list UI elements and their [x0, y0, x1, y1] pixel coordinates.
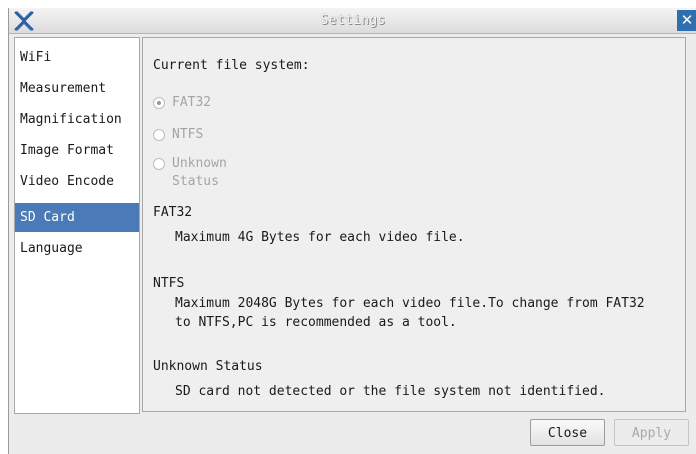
settings-sidebar: WiFi Measurement Magnification Image For…: [14, 37, 140, 414]
fat32-section-title: FAT32: [153, 205, 193, 220]
close-button[interactable]: Close: [530, 419, 605, 446]
sidebar-item-image-format[interactable]: Image Format: [15, 136, 139, 165]
sd-card-panel: Current file system: FAT32 NTFS Unknown …: [142, 37, 686, 412]
window-close-button[interactable]: ✕: [677, 10, 696, 31]
sidebar-item-video-encode[interactable]: Video Encode: [15, 167, 139, 196]
radio-indicator: [153, 97, 165, 109]
apply-button[interactable]: Apply: [614, 419, 689, 446]
file-system-heading: Current file system:: [153, 58, 310, 73]
unknown-description: SD card not detected or the file system …: [175, 384, 606, 399]
sidebar-item-wifi[interactable]: WiFi: [15, 43, 139, 72]
radio-label: FAT32: [172, 95, 212, 110]
ntfs-section-title: NTFS: [153, 276, 185, 291]
ntfs-description-line2: to NTFS,PC is recommended as a tool.: [175, 315, 457, 330]
title-bar: Settings ✕: [9, 8, 696, 34]
window-title: Settings: [320, 13, 386, 28]
unknown-section-title: Unknown Status: [153, 359, 263, 374]
sidebar-item-language[interactable]: Language: [15, 234, 139, 263]
fat32-description: Maximum 4G Bytes for each video file.: [175, 230, 465, 245]
sidebar-item-sd-card[interactable]: SD Card: [15, 203, 139, 232]
radio-indicator: [153, 129, 165, 141]
radio-label: Unknown Status: [172, 156, 227, 189]
close-icon: ✕: [680, 11, 694, 29]
sidebar-item-measurement[interactable]: Measurement: [15, 74, 139, 103]
sidebar-item-magnification[interactable]: Magnification: [15, 105, 139, 134]
radio-indicator: [153, 158, 165, 170]
ntfs-description-line1: Maximum 2048G Bytes for each video file.…: [175, 296, 645, 311]
radio-label: NTFS: [172, 127, 204, 142]
